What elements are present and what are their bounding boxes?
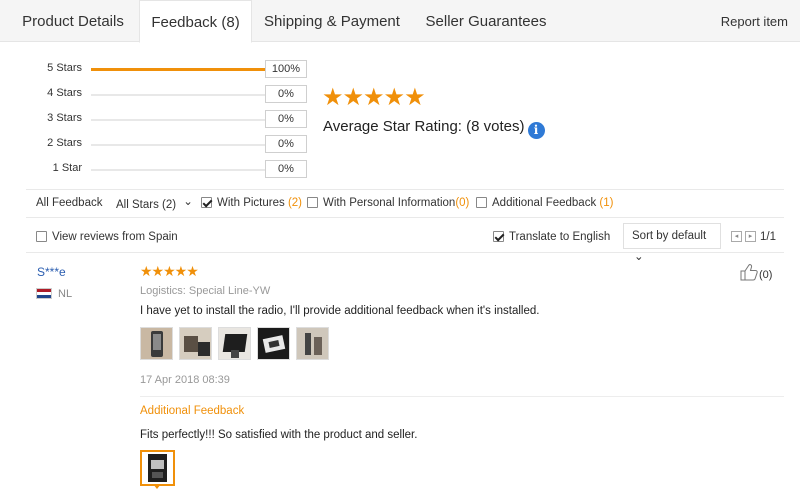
rating-bar <box>91 169 287 171</box>
chevron-down-icon: ⌄ <box>634 251 644 263</box>
tab-shipping-payment[interactable]: Shipping & Payment <box>253 0 411 42</box>
with-personal-label: With Personal Information <box>323 197 456 209</box>
with-pictures-checkbox[interactable] <box>201 197 212 208</box>
rating-row-5[interactable]: 5 Stars 100% <box>30 60 310 80</box>
tab-feedback[interactable]: Feedback (8) <box>139 0 252 43</box>
review-stars: ★★★★★ <box>140 263 199 279</box>
rating-row-label: 2 Stars <box>47 137 82 149</box>
rating-row-label: 3 Stars <box>47 112 82 124</box>
review-photo[interactable] <box>140 327 173 360</box>
average-rating-text: Average Star Rating: <box>323 118 462 135</box>
report-item-link[interactable]: Report item <box>721 0 788 44</box>
with-pictures-label: With Pictures <box>217 197 285 209</box>
rating-bar <box>91 144 287 146</box>
review-text: I have yet to install the radio, I'll pr… <box>140 305 540 317</box>
reviewer-country: NL <box>58 288 73 300</box>
rating-percent: 0% <box>265 85 307 103</box>
average-stars: ★★★★★ <box>322 84 426 111</box>
with-personal-count: (0) <box>455 197 470 209</box>
tab-product-details[interactable]: Product Details <box>8 0 138 42</box>
rating-row-4[interactable]: 4 Stars 0% <box>30 85 310 105</box>
logistics-info: Logistics: Special Line-YW <box>140 285 271 297</box>
next-page-button[interactable]: ▸ <box>745 231 756 242</box>
sort-dropdown[interactable]: Sort by default ⌄ <box>623 223 721 263</box>
filter-with-personal-information[interactable]: With Personal Information(0) <box>307 197 469 209</box>
feedback-filter-bar: All Feedback All Stars (2) ⌄ With Pictur… <box>26 189 784 218</box>
translate-checkbox[interactable] <box>493 231 504 242</box>
filter-all-feedback[interactable]: All Feedback <box>36 197 102 209</box>
average-rating-label: Average Star Rating: (8 votes) i <box>323 118 545 139</box>
additional-feedback-title: Additional Feedback <box>140 405 245 417</box>
netherlands-flag-icon <box>36 288 52 299</box>
additional-feedback-checkbox[interactable] <box>476 197 487 208</box>
filter-all-stars-label: All Stars (2) <box>116 199 177 211</box>
additional-feedback-label: Additional Feedback <box>492 197 597 209</box>
rating-row-2[interactable]: 2 Stars 0% <box>30 135 310 155</box>
like-count: (0) <box>759 269 773 281</box>
reviewer-name[interactable]: S***e <box>37 265 66 279</box>
tab-bar: Product Details Feedback (8) Shipping & … <box>0 0 800 44</box>
translate-label: Translate to English <box>509 231 611 243</box>
rating-bar <box>91 94 287 96</box>
tab-seller-guarantees[interactable]: Seller Guarantees <box>412 0 560 42</box>
additional-feedback-text: Fits perfectly!!! So satisfied with the … <box>140 429 418 441</box>
rating-bar <box>91 68 287 71</box>
review-date: 17 Apr 2018 08:39 <box>140 374 230 386</box>
review-options-bar: View reviews from Spain Translate to Eng… <box>26 223 784 263</box>
prev-page-button[interactable]: ◂ <box>731 231 742 242</box>
rating-row-1[interactable]: 1 Star 0% <box>30 160 310 180</box>
sort-label: Sort by default <box>632 230 707 242</box>
rating-percent: 0% <box>265 135 307 153</box>
helpful-like-button[interactable]: (0) <box>739 263 772 281</box>
rating-bar-fill <box>91 68 287 71</box>
rating-percent: 0% <box>265 160 307 178</box>
rating-percent: 0% <box>265 110 307 128</box>
rating-bar <box>91 119 287 121</box>
review-photo[interactable] <box>296 327 329 360</box>
selected-photo-caret-icon <box>153 484 161 489</box>
page-indicator: 1/1 <box>760 231 776 243</box>
rating-row-label: 5 Stars <box>47 62 82 74</box>
review-photo[interactable] <box>218 327 251 360</box>
filter-additional-feedback[interactable]: Additional Feedback (1) <box>476 197 613 209</box>
filter-all-stars-dropdown[interactable]: All Stars (2) ⌄ <box>116 196 193 211</box>
rating-row-label: 1 Star <box>52 162 82 174</box>
chevron-down-icon: ⌄ <box>183 196 193 208</box>
view-from-country-option[interactable]: View reviews from Spain <box>36 231 178 243</box>
view-from-country-checkbox[interactable] <box>36 231 47 242</box>
view-from-country-label: View reviews from Spain <box>52 231 178 243</box>
review-divider <box>140 396 784 397</box>
rating-percent: 100% <box>265 60 307 78</box>
review-photo[interactable] <box>179 327 212 360</box>
rating-row-3[interactable]: 3 Stars 0% <box>30 110 310 130</box>
translate-option[interactable]: Translate to English <box>493 231 610 243</box>
additional-feedback-photo[interactable] <box>140 450 175 486</box>
filter-with-pictures[interactable]: With Pictures (2) <box>201 197 302 209</box>
additional-feedback-count: (1) <box>599 197 614 209</box>
with-pictures-count: (2) <box>287 197 303 209</box>
rating-row-label: 4 Stars <box>47 87 82 99</box>
thumbs-up-icon <box>740 264 758 281</box>
info-icon[interactable]: i <box>527 122 545 139</box>
review-photo[interactable] <box>257 327 290 360</box>
vote-count: (8 votes) <box>466 118 525 135</box>
with-personal-checkbox[interactable] <box>307 197 318 208</box>
